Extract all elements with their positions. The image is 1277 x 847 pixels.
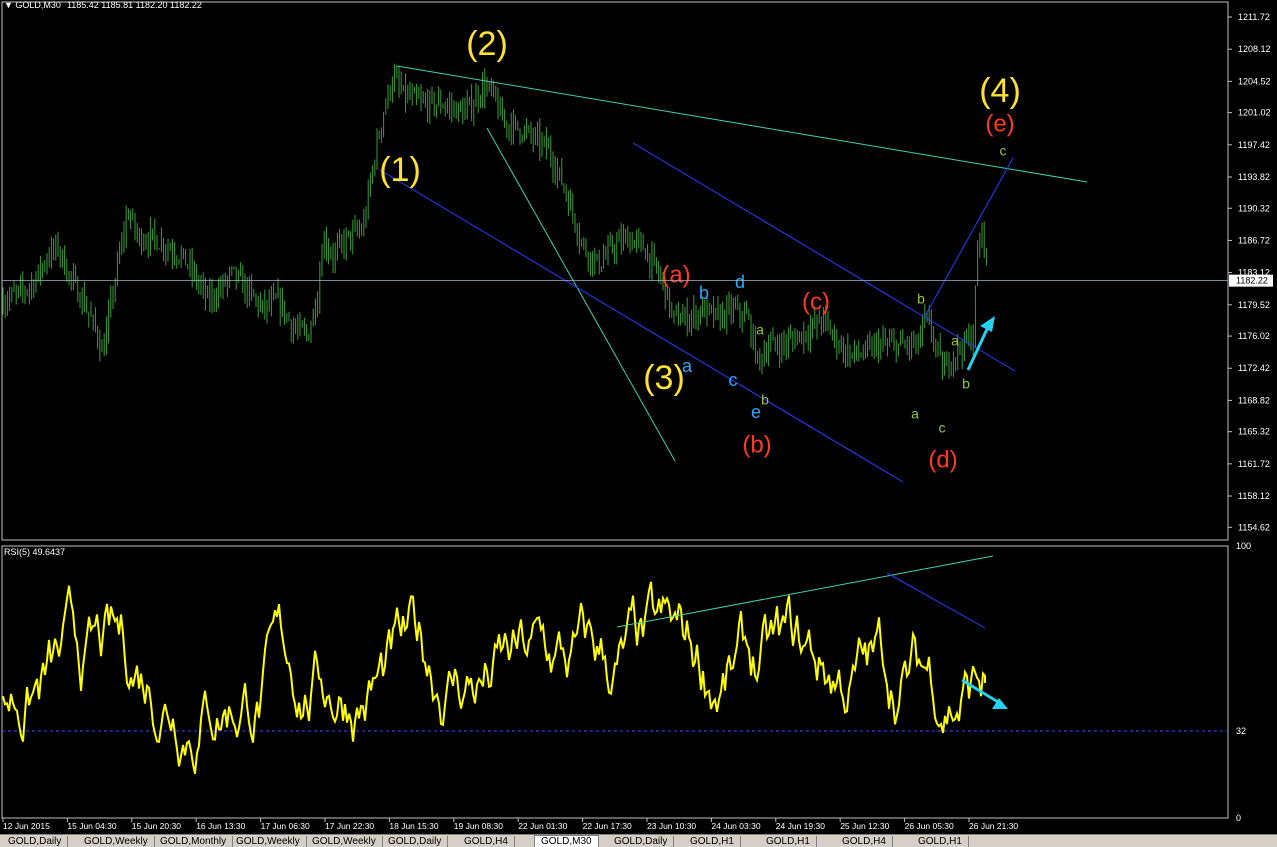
price-tick-label: 1201.02 bbox=[1238, 108, 1271, 118]
rsi-tick-label: 100 bbox=[1236, 541, 1251, 551]
wave-label: a bbox=[756, 322, 764, 338]
rsi-line bbox=[2, 581, 986, 775]
wave-label: c bbox=[939, 420, 946, 436]
time-tick-label: 19 Jun 08:30 bbox=[454, 821, 503, 831]
time-tick-label: 25 Jun 12:30 bbox=[840, 821, 889, 831]
wave-label: b bbox=[917, 291, 925, 307]
wave-label: a bbox=[911, 406, 919, 422]
price-tick-label: 1186.72 bbox=[1238, 235, 1270, 245]
up-arrow-head-icon bbox=[980, 316, 995, 332]
chart-canvas: (1) (2) (3) (4) (a) (b) (c) (d) (e) a b c d e a b a b c a b c… bbox=[1, 0, 1273, 831]
price-tick-label: 1165.32 bbox=[1238, 427, 1270, 437]
chart-tab[interactable]: GOLD,Daily bbox=[382, 836, 449, 847]
wave-label: a bbox=[682, 356, 693, 376]
axes: 1211.72 1208.12 1204.52 1201.02 1197.42 1193.… bbox=[2, 12, 1273, 831]
chart-frame bbox=[1, 1, 1229, 819]
chart-tab[interactable]: GOLD,H4 bbox=[836, 836, 893, 847]
chart-tab[interactable]: GOLD,M30 bbox=[534, 835, 599, 847]
chart-tab[interactable]: GOLD,H1 bbox=[684, 836, 741, 847]
trend-line bbox=[486, 127, 676, 462]
chart-tab[interactable]: GOLD,Daily bbox=[608, 836, 675, 847]
wave-label: c bbox=[729, 370, 738, 390]
rsi-trend-line bbox=[616, 555, 994, 628]
trend-lines bbox=[379, 65, 1088, 483]
wave-label: (e) bbox=[985, 110, 1014, 137]
time-tick-label: 17 Jun 22:30 bbox=[325, 821, 374, 831]
chart-tab[interactable]: GOLD,H1 bbox=[760, 836, 817, 847]
time-tick-label: 12 Jun 2015 bbox=[3, 821, 50, 831]
price-tick-label: 1172.42 bbox=[1238, 363, 1270, 373]
time-tick-label: 15 Jun 04:30 bbox=[67, 821, 116, 831]
rsi-panel-border bbox=[1, 545, 1229, 819]
rsi-trend-line bbox=[886, 572, 986, 629]
time-tick-label: 26 Jun 05:30 bbox=[905, 821, 954, 831]
wave-label: a bbox=[951, 333, 959, 349]
price-tick-label: 1190.32 bbox=[1238, 203, 1270, 213]
wave-label: (a) bbox=[661, 261, 690, 288]
symbol-header: ▼ GOLD,M30 1185.42 1185.81 1182.20 1182.2… bbox=[4, 0, 202, 10]
price-tick-label: 1197.42 bbox=[1238, 140, 1270, 150]
wave-label: d bbox=[735, 272, 745, 292]
time-tick-label: 22 Jun 01:30 bbox=[518, 821, 567, 831]
symbol-label: GOLD,M30 bbox=[15, 0, 61, 10]
rsi-tick-label: 32 bbox=[1236, 726, 1246, 736]
wave-label: (2) bbox=[466, 25, 508, 63]
chart-tab[interactable]: GOLD,Weekly bbox=[230, 836, 307, 847]
current-price-label: 1182.22 bbox=[1236, 276, 1268, 286]
time-tick-label: 17 Jun 06:30 bbox=[261, 821, 310, 831]
wave-label: e bbox=[751, 402, 761, 422]
chart-tab[interactable]: GOLD,H1 bbox=[912, 836, 969, 847]
time-tick-label: 22 Jun 17:30 bbox=[583, 821, 632, 831]
wave-label: b bbox=[699, 283, 709, 303]
rsi-panel bbox=[2, 555, 1228, 775]
rsi-header: RSI(5) 49.6437 bbox=[4, 547, 65, 557]
wave-label: (3) bbox=[643, 359, 685, 397]
time-tick-label: 23 Jun 10:30 bbox=[647, 821, 696, 831]
price-tick-label: 1158.12 bbox=[1238, 491, 1270, 501]
chart-tab[interactable]: GOLD,Monthly bbox=[154, 836, 234, 847]
wave-labels: (1) (2) (3) (4) (a) (b) (c) (d) (e) a b c d e a b a b c a b c bbox=[379, 25, 1021, 473]
symbol-dropdown-icon[interactable]: ▼ bbox=[4, 0, 15, 10]
time-tick-label: 24 Jun 19:30 bbox=[776, 821, 825, 831]
price-candles bbox=[2, 63, 987, 381]
chart-tab[interactable]: GOLD,H4 bbox=[458, 836, 515, 847]
wave-label: (d) bbox=[928, 446, 957, 473]
time-tick-label: 24 Jun 03:30 bbox=[711, 821, 760, 831]
chart-tab-bar: GOLD,Daily GOLD,Weekly GOLD,Monthly GOLD,We… bbox=[0, 834, 1277, 847]
price-tick-label: 1211.72 bbox=[1238, 12, 1270, 22]
time-tick-label: 18 Jun 15:30 bbox=[389, 821, 438, 831]
wave-label: (4) bbox=[979, 72, 1021, 110]
wave-label: b bbox=[962, 376, 970, 392]
price-tick-label: 1179.52 bbox=[1238, 300, 1270, 310]
price-tick-label: 1176.02 bbox=[1238, 331, 1270, 341]
price-tick-label: 1193.82 bbox=[1238, 172, 1270, 182]
chart-tab[interactable]: GOLD,Daily bbox=[2, 836, 69, 847]
wave-label: b bbox=[761, 392, 769, 408]
trend-line bbox=[379, 169, 904, 483]
ohlc-values: 1185.42 1185.81 1182.20 1182.22 bbox=[67, 0, 202, 10]
time-tick-label: 16 Jun 13:30 bbox=[196, 821, 245, 831]
wave-label: (b) bbox=[742, 431, 771, 458]
wave-label: (c) bbox=[802, 288, 830, 315]
price-tick-label: 1161.72 bbox=[1238, 459, 1270, 469]
price-tick-label: 1204.52 bbox=[1238, 76, 1271, 86]
price-tick-label: 1168.82 bbox=[1238, 395, 1270, 405]
wave-label: c bbox=[1000, 143, 1007, 159]
rsi-tick-label: 0 bbox=[1236, 813, 1241, 823]
chart-tab[interactable]: GOLD,Weekly bbox=[78, 836, 155, 847]
time-tick-label: 15 Jun 20:30 bbox=[132, 821, 181, 831]
chart-tab[interactable]: GOLD,Weekly bbox=[306, 836, 383, 847]
price-panel-border bbox=[1, 1, 1229, 541]
trend-line bbox=[924, 157, 1014, 317]
price-tick-label: 1154.62 bbox=[1238, 522, 1270, 532]
wave-label: (1) bbox=[379, 151, 421, 189]
time-tick-label: 26 Jun 21:30 bbox=[969, 821, 1018, 831]
price-tick-label: 1208.12 bbox=[1238, 44, 1271, 54]
